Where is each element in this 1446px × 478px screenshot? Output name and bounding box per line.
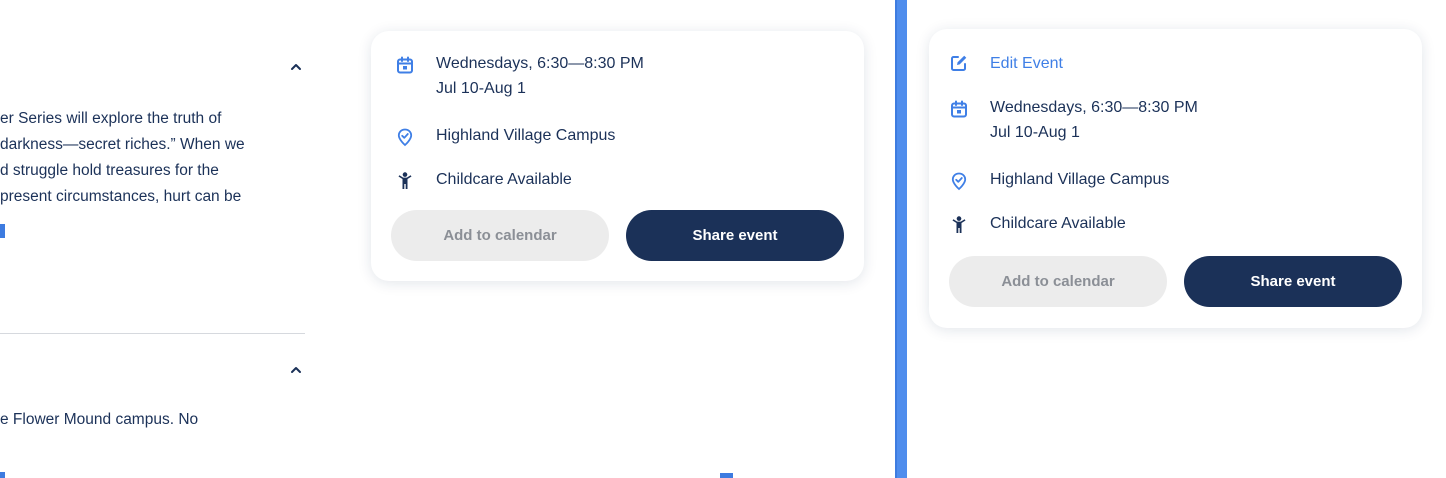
description-line: present circumstances, hurt can be (0, 188, 242, 205)
description-line: d struggle hold treasures for the (0, 162, 219, 179)
location-pin-icon (949, 171, 969, 191)
calendar-icon (395, 55, 415, 75)
add-to-calendar-button[interactable]: Add to calendar (391, 210, 609, 261)
event-card: Edit Event Wednesdays, 6:30—8:30 PM Jul … (929, 29, 1422, 328)
event-schedule-dates: Jul 10-Aug 1 (436, 80, 526, 97)
event-location: Highland Village Campus (436, 127, 616, 144)
share-event-button[interactable]: Share event (626, 210, 844, 261)
event-schedule-dates: Jul 10-Aug 1 (990, 124, 1080, 141)
section-divider (0, 333, 305, 334)
event-location: Highland Village Campus (990, 171, 1170, 188)
calendar-icon (949, 99, 969, 119)
scroll-marker (720, 473, 733, 478)
schedule-row: Wednesdays, 6:30—8:30 PM Jul 10-Aug 1 (949, 95, 1198, 145)
split-divider[interactable] (895, 0, 907, 478)
edit-event-row[interactable]: Edit Event (949, 51, 1063, 76)
description-line: darkness—secret riches.” When we (0, 136, 245, 153)
location-pin-icon (395, 127, 415, 147)
description-line: e Flower Mound campus. No (0, 411, 199, 428)
share-event-button[interactable]: Share event (1184, 256, 1402, 307)
chevron-up-icon[interactable] (289, 60, 303, 74)
add-to-calendar-button[interactable]: Add to calendar (949, 256, 1167, 307)
edit-event-link[interactable]: Edit Event (990, 51, 1063, 76)
event-schedule-days: Wednesdays, 6:30—8:30 PM (990, 99, 1198, 116)
text-cursor-marker (0, 224, 5, 238)
location-row: Highland Village Campus (949, 167, 1169, 192)
description-line: er Series will explore the truth of (0, 110, 222, 127)
child-icon (395, 171, 415, 191)
event-preview-pane: Edit Event Wednesdays, 6:30—8:30 PM Jul … (907, 0, 1446, 478)
event-card: Wednesdays, 6:30—8:30 PM Jul 10-Aug 1 Hi… (371, 31, 864, 281)
childcare-row: Childcare Available (949, 211, 1126, 236)
event-details-pane: Wednesdays, 6:30—8:30 PM Jul 10-Aug 1 Hi… (365, 0, 895, 478)
child-icon (949, 215, 969, 235)
description-panel: er Series will explore the truth of dark… (0, 0, 365, 478)
event-childcare: Childcare Available (436, 171, 572, 188)
location-row: Highland Village Campus (395, 123, 615, 148)
schedule-row: Wednesdays, 6:30—8:30 PM Jul 10-Aug 1 (395, 51, 644, 101)
event-childcare: Childcare Available (990, 215, 1126, 232)
event-schedule-days: Wednesdays, 6:30—8:30 PM (436, 55, 644, 72)
chevron-up-icon[interactable] (289, 363, 303, 377)
text-cursor-marker (0, 472, 5, 478)
edit-icon (949, 53, 969, 73)
childcare-row: Childcare Available (395, 167, 572, 192)
